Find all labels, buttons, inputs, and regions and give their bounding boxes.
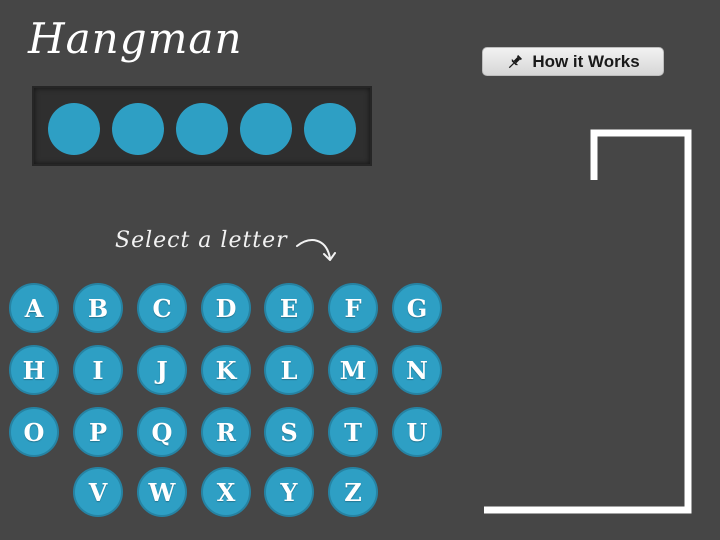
letter-slot	[240, 103, 292, 155]
letter-key-l[interactable]: L	[264, 345, 314, 395]
letter-key-n[interactable]: N	[392, 345, 442, 395]
letter-key-m[interactable]: M	[328, 345, 378, 395]
letter-key-s[interactable]: S	[264, 407, 314, 457]
pin-icon	[509, 54, 523, 68]
curved-arrow-icon	[296, 239, 336, 261]
letter-key-w[interactable]: W	[137, 467, 187, 517]
letter-key-f[interactable]: F	[328, 283, 378, 333]
letter-key-o[interactable]: O	[9, 407, 59, 457]
letter-key-z[interactable]: Z	[328, 467, 378, 517]
letter-key-h[interactable]: H	[9, 345, 59, 395]
letter-slot	[176, 103, 228, 155]
letter-key-b[interactable]: B	[73, 283, 123, 333]
letter-key-u[interactable]: U	[392, 407, 442, 457]
letter-key-t[interactable]: T	[328, 407, 378, 457]
letter-key-p[interactable]: P	[73, 407, 123, 457]
letter-key-x[interactable]: X	[201, 467, 251, 517]
letter-key-v[interactable]: V	[73, 467, 123, 517]
letter-key-c[interactable]: C	[137, 283, 187, 333]
letter-key-j[interactable]: J	[137, 345, 187, 395]
letter-key-g[interactable]: G	[392, 283, 442, 333]
letter-key-y[interactable]: Y	[264, 467, 314, 517]
how-it-works-label: How it Works	[532, 51, 640, 71]
letter-slot	[304, 103, 356, 155]
letter-key-k[interactable]: K	[201, 345, 251, 395]
letter-key-r[interactable]: R	[201, 407, 251, 457]
letter-key-e[interactable]: E	[264, 283, 314, 333]
letter-key-q[interactable]: Q	[137, 407, 187, 457]
gallows	[484, 129, 692, 514]
select-letter-prompt: Select a letter	[115, 228, 288, 253]
letter-slot	[112, 103, 164, 155]
letter-key-i[interactable]: I	[73, 345, 123, 395]
letter-slot	[48, 103, 100, 155]
letter-key-d[interactable]: D	[201, 283, 251, 333]
letter-key-a[interactable]: A	[9, 283, 59, 333]
how-it-works-button[interactable]: How it Works	[482, 47, 664, 76]
word-panel	[32, 86, 372, 166]
page-title: Hangman	[28, 14, 243, 63]
